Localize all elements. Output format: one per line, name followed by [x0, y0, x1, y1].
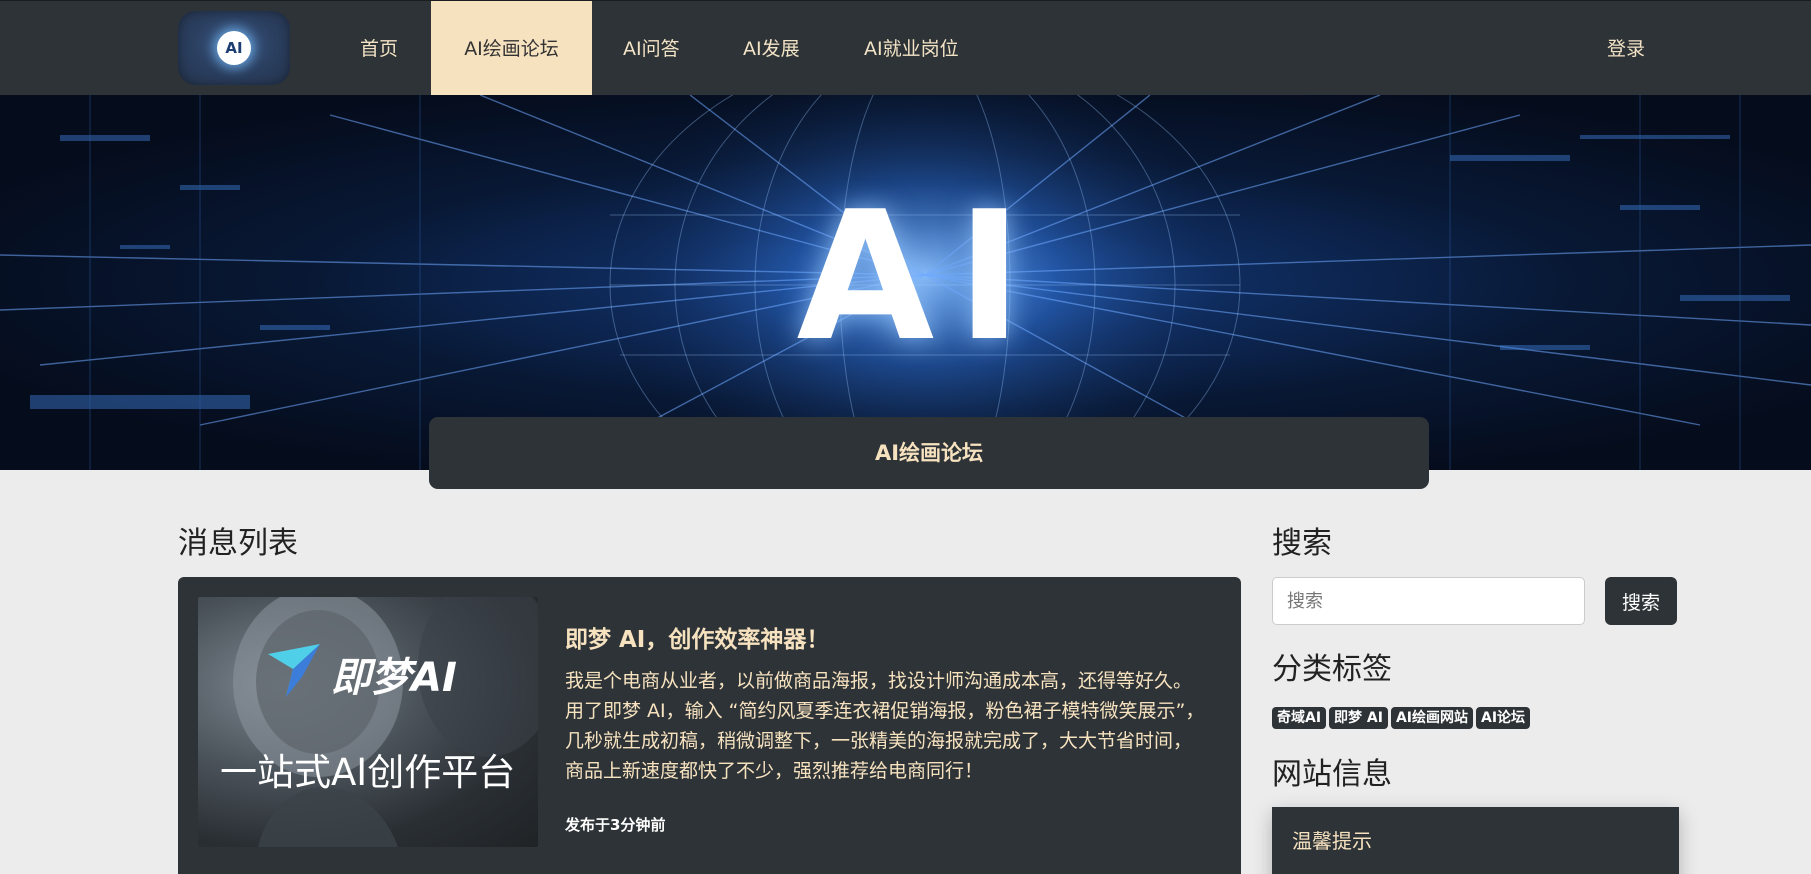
- tag-ai-forum[interactable]: AI论坛: [1476, 707, 1531, 729]
- hero-ai-text: AI: [796, 173, 1045, 380]
- nav-item-ai-qa[interactable]: AI问答: [623, 1, 680, 96]
- post-timestamp: 发布于3分钟前: [565, 816, 666, 834]
- hero-image: AI: [0, 95, 1811, 470]
- post-thumbnail-art: [233, 597, 538, 847]
- tag-list: 奇域AI 即梦 AI AI绘画网站 AI论坛: [1272, 707, 1533, 729]
- thumbnail-logo-text: 即梦AI: [331, 655, 457, 701]
- post-excerpt: 我是个电商从业者，以前做商品海报，找设计师沟通成本高，还得等好久。用了即梦 AI…: [565, 670, 1205, 782]
- thumbnail-tagline: 一站式AI创作平台: [220, 751, 516, 794]
- post-title[interactable]: 即梦 AI，创作效率神器！: [565, 620, 829, 654]
- message-list-heading: 消息列表: [178, 526, 298, 561]
- nav-item-ai-jobs[interactable]: AI就业岗位: [864, 1, 959, 96]
- search-heading: 搜索: [1272, 526, 1332, 561]
- site-logo[interactable]: AI: [178, 11, 290, 85]
- nav-item-ai-development[interactable]: AI发展: [743, 1, 800, 96]
- tag-jimeng-ai[interactable]: 即梦 AI: [1329, 707, 1388, 729]
- tips-card: 温馨提示: [1272, 807, 1679, 874]
- top-navbar: AI 首页 AI绘画论坛 AI问答 AI发展 AI就业岗位 登录: [0, 0, 1811, 96]
- logo-badge-icon: AI: [217, 31, 251, 65]
- logo-text: AI: [225, 39, 243, 57]
- search-button[interactable]: 搜索: [1605, 577, 1677, 625]
- post-thumbnail[interactable]: 即梦AI 一站式AI创作平台: [198, 597, 538, 847]
- login-link[interactable]: 登录: [1607, 1, 1645, 96]
- category-tags-heading: 分类标签: [1272, 652, 1392, 687]
- nav-item-home[interactable]: 首页: [360, 1, 398, 96]
- page-banner-title: AI绘画论坛: [429, 417, 1429, 489]
- nav-item-ai-painting-forum[interactable]: AI绘画论坛: [431, 1, 592, 96]
- tips-card-title: 温馨提示: [1292, 829, 1372, 853]
- search-input[interactable]: [1272, 577, 1585, 625]
- tag-qiyu-ai[interactable]: 奇域AI: [1272, 707, 1327, 729]
- tag-ai-painting-sites[interactable]: AI绘画网站: [1390, 707, 1474, 729]
- site-info-heading: 网站信息: [1272, 757, 1392, 792]
